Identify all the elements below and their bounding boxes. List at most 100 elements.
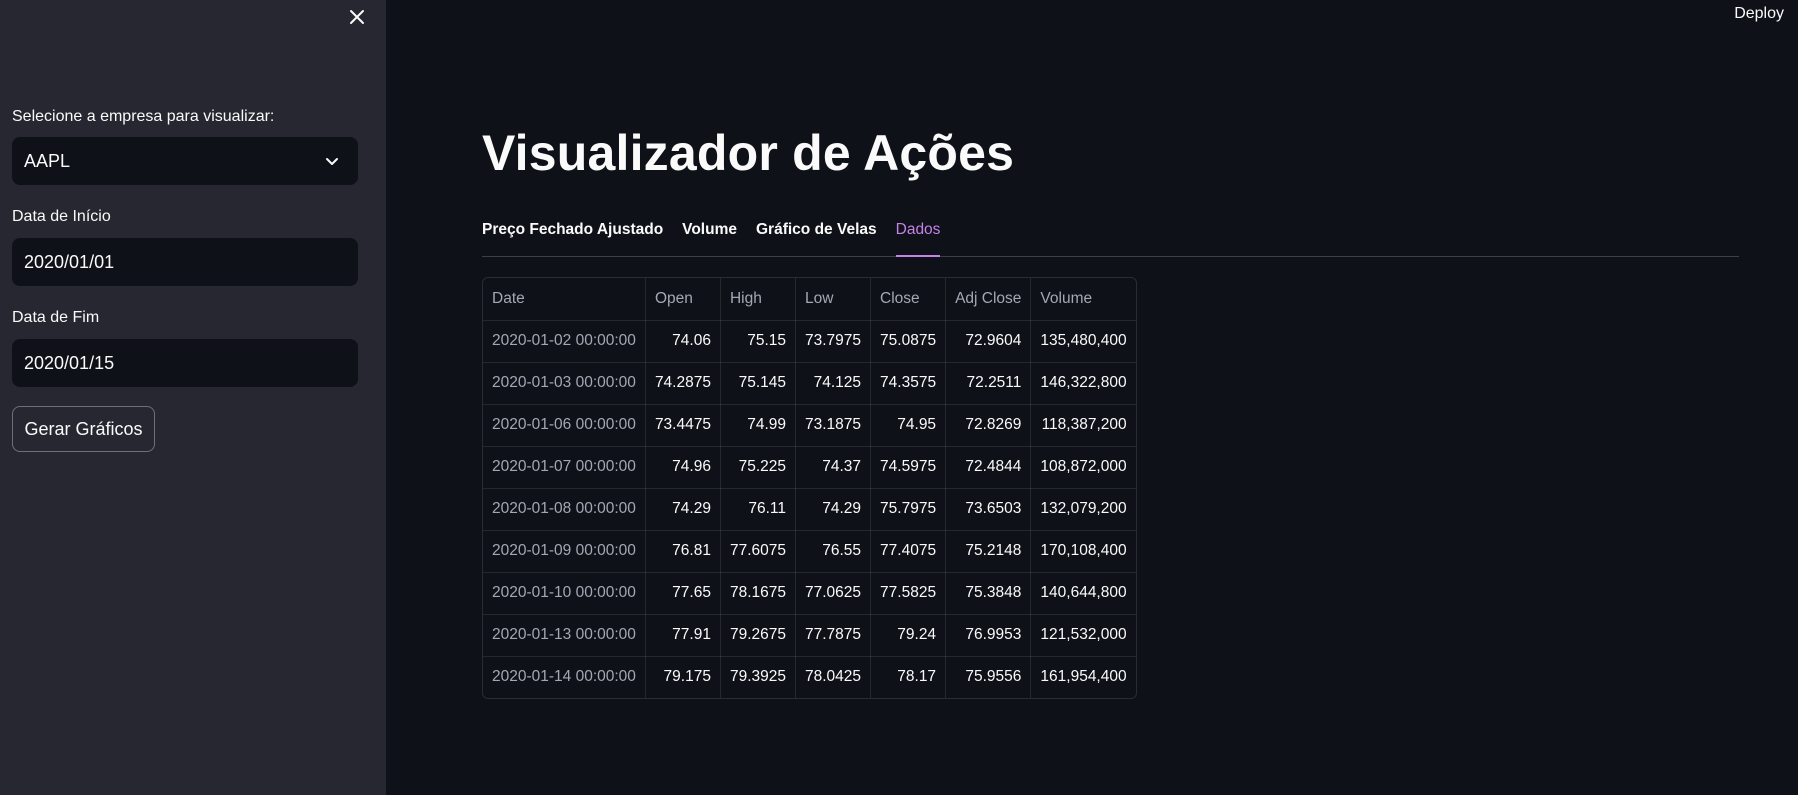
table-row: 2020-01-03 00:00:00 74.2875 75.145 74.12… — [483, 362, 1136, 405]
sidebar: Selecione a empresa para visualizar: AAP… — [0, 0, 386, 795]
tab-adjusted-close[interactable]: Preço Fechado Ajustado — [482, 216, 663, 256]
open-cell[interactable]: 76.81 — [645, 530, 721, 573]
adj-close-cell[interactable]: 72.9604 — [945, 320, 1032, 363]
start-date-input[interactable] — [12, 238, 358, 286]
volume-cell[interactable]: 161,954,400 — [1031, 656, 1136, 698]
high-cell[interactable]: 76.11 — [720, 488, 797, 531]
open-cell[interactable]: 77.91 — [645, 614, 721, 657]
close-icon — [350, 10, 364, 24]
high-cell[interactable]: 77.6075 — [720, 530, 797, 573]
volume-cell[interactable]: 146,322,800 — [1030, 362, 1136, 405]
table-header-row: Date Open High Low Close Adj Close Volum… — [483, 278, 1136, 321]
date-cell[interactable]: 2020-01-03 00:00:00 — [483, 362, 646, 405]
adj-close-cell[interactable]: 72.8269 — [945, 404, 1032, 447]
date-cell[interactable]: 2020-01-10 00:00:00 — [483, 572, 646, 615]
adj-close-cell[interactable]: 75.3848 — [945, 572, 1032, 615]
close-cell[interactable]: 77.5825 — [870, 572, 947, 615]
open-cell[interactable]: 77.65 — [645, 572, 721, 615]
volume-cell[interactable]: 121,532,000 — [1030, 614, 1136, 657]
high-cell[interactable]: 78.1675 — [720, 572, 797, 615]
table-row: 2020-01-09 00:00:00 76.81 77.6075 76.55 … — [483, 530, 1136, 573]
table-row: 2020-01-08 00:00:00 74.29 76.11 74.29 75… — [483, 488, 1136, 531]
volume-cell[interactable]: 118,387,200 — [1030, 404, 1136, 447]
column-header-open[interactable]: Open — [645, 278, 721, 321]
adj-close-cell[interactable]: 75.2148 — [945, 530, 1032, 573]
high-cell[interactable]: 75.15 — [720, 320, 797, 363]
adj-close-cell[interactable]: 72.2511 — [945, 362, 1032, 405]
company-select-value: AAPL — [24, 150, 71, 171]
low-cell[interactable]: 76.55 — [795, 530, 872, 573]
column-header-date[interactable]: Date — [483, 278, 646, 321]
date-cell[interactable]: 2020-01-02 00:00:00 — [483, 320, 646, 363]
date-cell[interactable]: 2020-01-08 00:00:00 — [483, 488, 646, 531]
end-date-input[interactable] — [12, 339, 358, 387]
column-header-low[interactable]: Low — [795, 278, 872, 321]
adj-close-cell[interactable]: 72.4844 — [945, 446, 1032, 489]
column-header-volume[interactable]: Volume — [1030, 278, 1136, 321]
volume-cell[interactable]: 108,872,000 — [1030, 446, 1136, 489]
table-row: 2020-01-14 00:00:00 79.175 79.3925 78.04… — [483, 656, 1136, 698]
low-cell[interactable]: 77.7875 — [795, 614, 872, 657]
generate-charts-button[interactable]: Gerar Gráficos — [12, 406, 155, 452]
column-header-high[interactable]: High — [720, 278, 797, 321]
adj-close-cell[interactable]: 76.9953 — [945, 614, 1032, 657]
page-title: Visualizador de Ações — [482, 125, 1015, 181]
table-row: 2020-01-13 00:00:00 77.91 79.2675 77.787… — [483, 614, 1136, 657]
company-select-label: Selecione a empresa para visualizar: — [12, 108, 275, 125]
tab-candlestick[interactable]: Gráfico de Velas — [756, 216, 877, 256]
tab-volume[interactable]: Volume — [682, 216, 737, 256]
low-cell[interactable]: 78.0425 — [795, 656, 872, 698]
volume-cell[interactable]: 132,079,200 — [1030, 488, 1136, 531]
column-header-adj-close[interactable]: Adj Close — [945, 278, 1032, 321]
table-row: 2020-01-06 00:00:00 73.4475 74.99 73.187… — [483, 404, 1136, 447]
adj-close-cell[interactable]: 75.9556 — [945, 656, 1032, 698]
close-cell[interactable]: 74.5975 — [870, 446, 947, 489]
high-cell[interactable]: 75.225 — [720, 446, 797, 489]
low-cell[interactable]: 74.125 — [795, 362, 872, 405]
close-cell[interactable]: 79.24 — [870, 614, 947, 657]
date-cell[interactable]: 2020-01-06 00:00:00 — [483, 404, 646, 447]
close-cell[interactable]: 74.3575 — [870, 362, 947, 405]
volume-cell[interactable]: 170,108,400 — [1030, 530, 1136, 573]
date-cell[interactable]: 2020-01-09 00:00:00 — [483, 530, 646, 573]
high-cell[interactable]: 79.3925 — [720, 656, 797, 698]
end-date-label: Data de Fim — [12, 309, 100, 326]
data-table: Date Open High Low Close Adj Close Volum… — [482, 277, 1137, 699]
open-cell[interactable]: 74.06 — [645, 320, 721, 363]
close-cell[interactable]: 78.17 — [870, 656, 947, 698]
open-cell[interactable]: 73.4475 — [645, 404, 721, 447]
volume-cell[interactable]: 135,480,400 — [1030, 320, 1136, 363]
low-cell[interactable]: 73.1875 — [795, 404, 872, 447]
column-header-close[interactable]: Close — [870, 278, 947, 321]
company-select[interactable]: AAPL — [12, 137, 358, 185]
close-cell[interactable]: 75.7975 — [870, 488, 947, 531]
start-date-label: Data de Início — [12, 208, 111, 225]
high-cell[interactable]: 74.99 — [720, 404, 797, 447]
deploy-button[interactable]: Deploy — [1734, 5, 1784, 23]
table-row: 2020-01-10 00:00:00 77.65 78.1675 77.062… — [483, 572, 1136, 615]
high-cell[interactable]: 75.145 — [720, 362, 797, 405]
low-cell[interactable]: 74.29 — [795, 488, 872, 531]
low-cell[interactable]: 77.0625 — [795, 572, 872, 615]
date-cell[interactable]: 2020-01-13 00:00:00 — [483, 614, 646, 657]
low-cell[interactable]: 73.7975 — [795, 320, 872, 363]
open-cell[interactable]: 74.96 — [645, 446, 721, 489]
open-cell[interactable]: 74.2875 — [645, 362, 721, 405]
close-cell[interactable]: 74.95 — [870, 404, 947, 447]
open-cell[interactable]: 74.29 — [645, 488, 721, 531]
tab-data[interactable]: Dados — [895, 216, 940, 257]
chevron-down-icon — [326, 158, 338, 165]
high-cell[interactable]: 79.2675 — [720, 614, 797, 657]
table-row: 2020-01-07 00:00:00 74.96 75.225 74.37 7… — [483, 446, 1136, 489]
date-cell[interactable]: 2020-01-14 00:00:00 — [483, 656, 646, 698]
tab-bar: Preço Fechado Ajustado Volume Gráfico de… — [482, 216, 1739, 257]
table-row: 2020-01-02 00:00:00 74.06 75.15 73.7975 … — [483, 320, 1136, 363]
close-cell[interactable]: 77.4075 — [870, 530, 947, 573]
volume-cell[interactable]: 140,644,800 — [1030, 572, 1136, 615]
date-cell[interactable]: 2020-01-07 00:00:00 — [483, 446, 646, 489]
adj-close-cell[interactable]: 73.6503 — [945, 488, 1032, 531]
close-sidebar-button[interactable] — [344, 4, 370, 30]
close-cell[interactable]: 75.0875 — [870, 320, 947, 363]
low-cell[interactable]: 74.37 — [795, 446, 872, 489]
open-cell[interactable]: 79.175 — [645, 656, 721, 698]
